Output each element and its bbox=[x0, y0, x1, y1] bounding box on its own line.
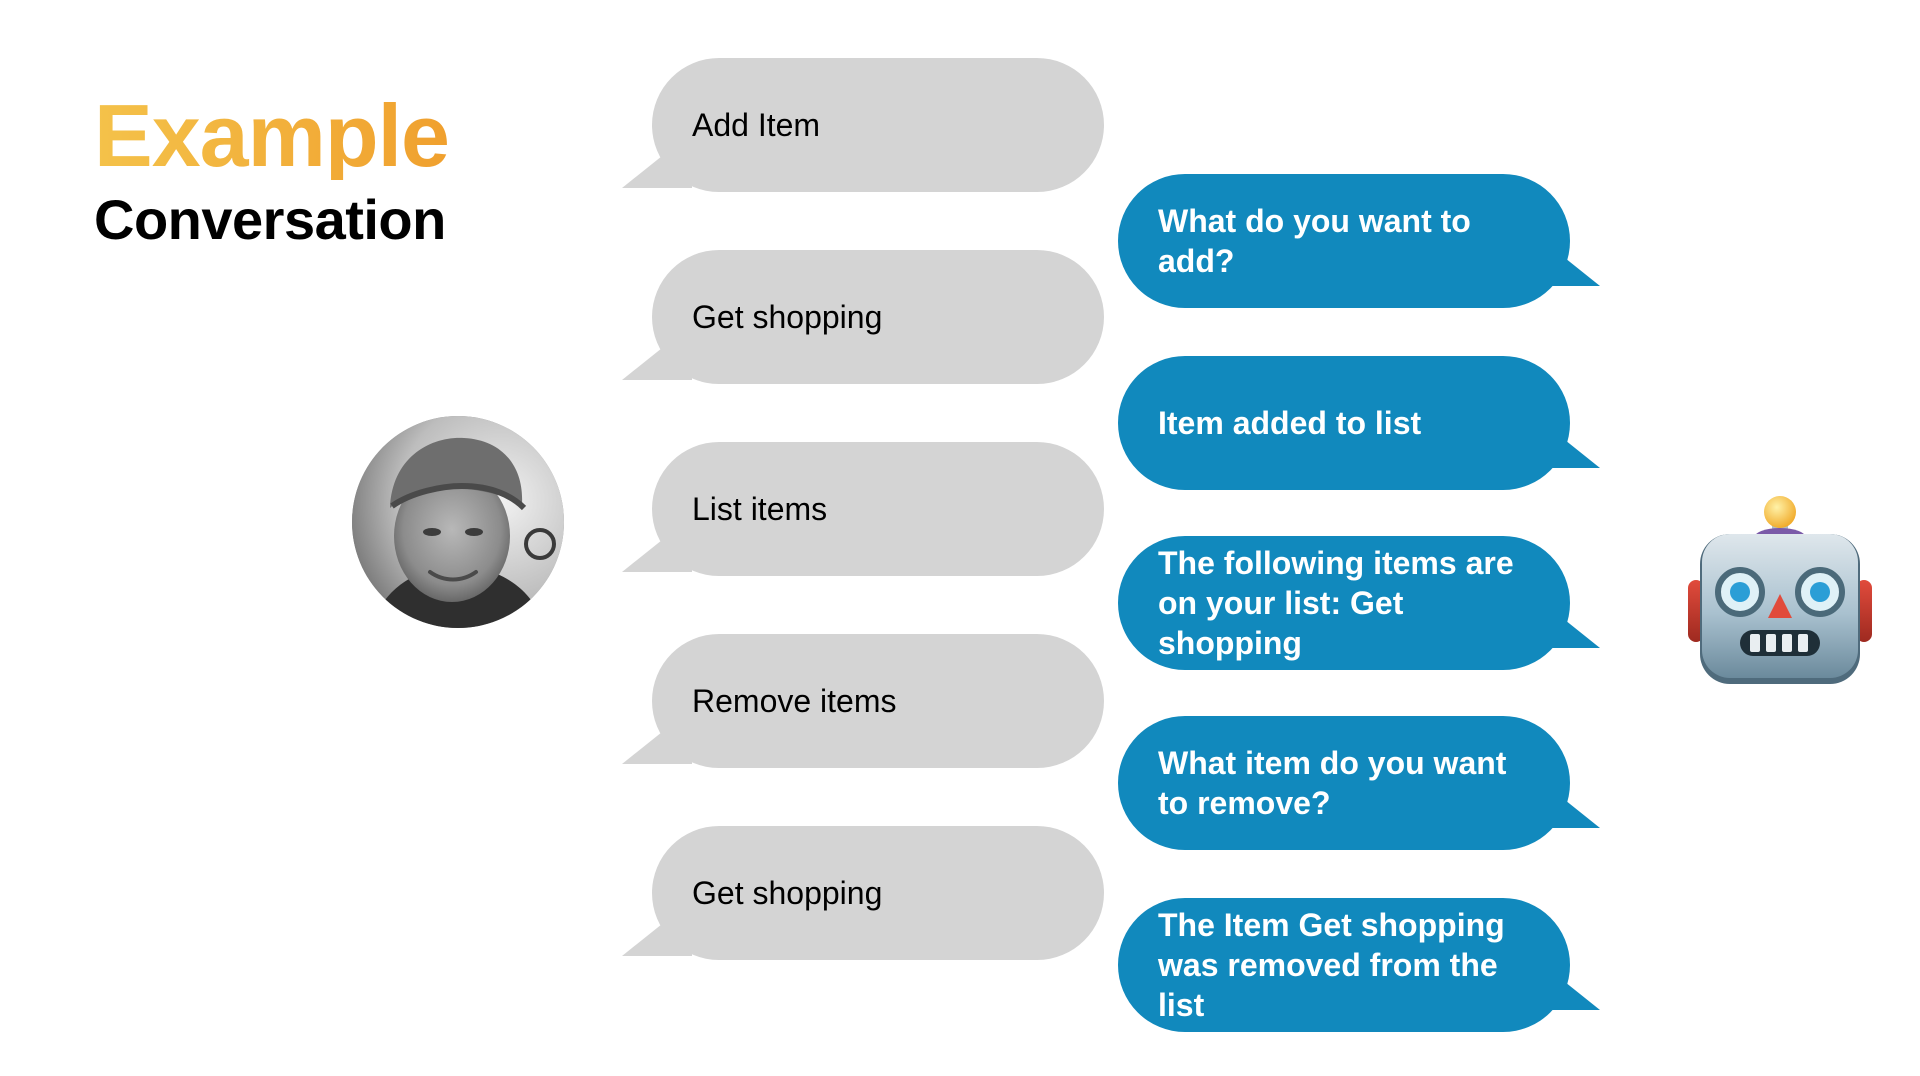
page-subtitle: Conversation bbox=[94, 188, 446, 251]
bot-message-text: What do you want to add? bbox=[1158, 203, 1471, 279]
user-message-bubble: Get shopping bbox=[622, 826, 1104, 960]
bot-message-text: The following items are on your list: Ge… bbox=[1158, 545, 1514, 661]
bot-message-text: The Item Get shopping was removed from t… bbox=[1158, 907, 1505, 1023]
bot-avatar bbox=[1688, 494, 1872, 688]
bot-message-text: What item do you want to remove? bbox=[1158, 745, 1507, 821]
person-photo-icon bbox=[352, 416, 564, 628]
user-message-text: Get shopping bbox=[692, 299, 883, 335]
bot-message-bubble: What do you want to add? bbox=[1118, 174, 1600, 308]
robot-face-icon bbox=[1688, 496, 1872, 684]
user-message-bubble: Add Item bbox=[622, 58, 1104, 192]
bot-message-text: Item added to list bbox=[1158, 405, 1422, 441]
user-message-text: Get shopping bbox=[692, 875, 883, 911]
bot-message-bubble: What item do you want to remove? bbox=[1118, 716, 1600, 850]
bot-message-bubble: The following items are on your list: Ge… bbox=[1118, 536, 1600, 670]
bot-message-bubble: The Item Get shopping was removed from t… bbox=[1118, 898, 1600, 1032]
user-message-text: List items bbox=[692, 491, 828, 527]
user-message-bubble: List items bbox=[622, 442, 1104, 576]
user-avatar bbox=[352, 416, 564, 628]
user-message-bubble: Get shopping bbox=[622, 250, 1104, 384]
page-title: Example bbox=[94, 86, 450, 185]
user-message-text: Add Item bbox=[692, 107, 821, 143]
user-message-bubble: Remove items bbox=[622, 634, 1104, 768]
user-message-text: Remove items bbox=[692, 683, 897, 719]
bot-message-bubble: Item added to list bbox=[1118, 356, 1600, 490]
